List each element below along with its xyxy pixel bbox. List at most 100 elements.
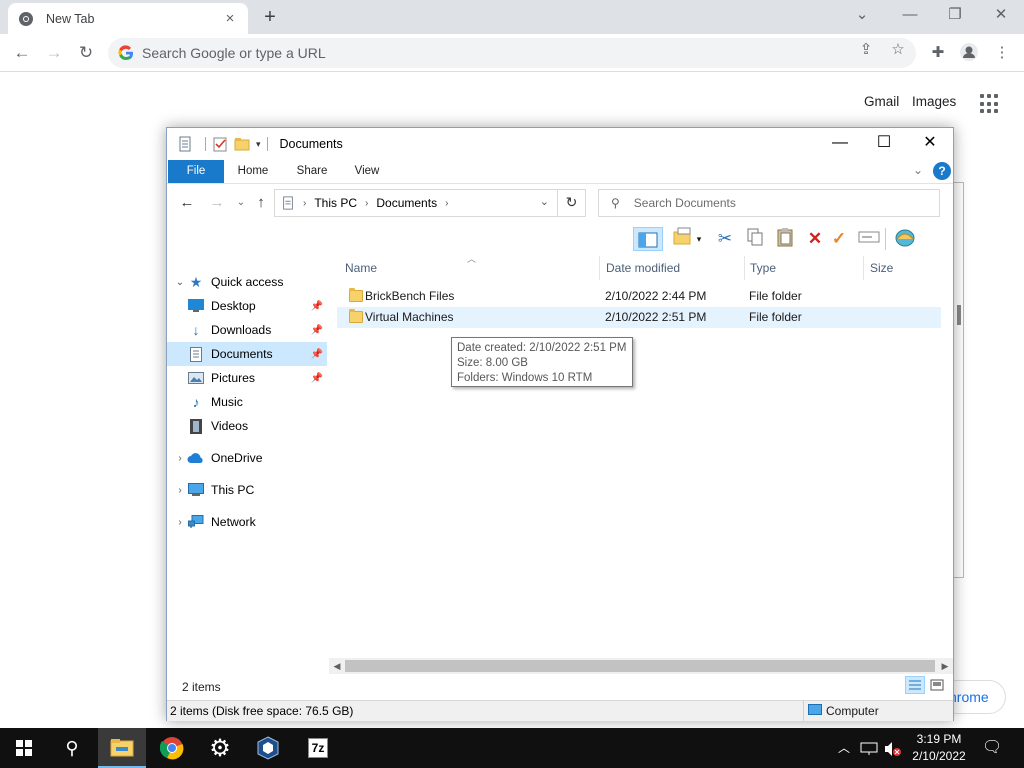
collapse-chevron-icon[interactable]: ⌄ <box>173 277 187 288</box>
nav-documents[interactable]: Documents 📌 <box>167 342 327 366</box>
forward-icon[interactable]: → <box>42 41 66 65</box>
system-clock[interactable]: 3:19 PM 2/10/2022 <box>900 731 978 765</box>
explorer-back-icon[interactable]: ← <box>177 194 197 212</box>
nav-music[interactable]: ♪ Music <box>167 390 327 414</box>
minimize-icon[interactable]: — <box>896 4 924 26</box>
scrollbar-thumb[interactable] <box>345 660 935 672</box>
file-explorer-taskbar-icon[interactable] <box>98 728 146 768</box>
tab-file[interactable]: File <box>168 160 224 183</box>
share-icon[interactable]: ⇪ <box>855 39 877 61</box>
new-tab-button[interactable]: + <box>258 6 282 28</box>
tab-share[interactable]: Share <box>289 160 335 183</box>
location-icon <box>283 196 293 210</box>
clock-date: 2/10/2022 <box>912 749 966 763</box>
scroll-right-icon[interactable]: ▶ <box>937 658 953 674</box>
chrome-menu-icon[interactable]: ⋮ <box>991 42 1013 64</box>
large-icons-view-icon[interactable] <box>927 676 947 694</box>
tab-view[interactable]: View <box>347 160 387 183</box>
explorer-forward-icon[interactable]: → <box>207 194 227 212</box>
network-tray-icon[interactable] <box>860 728 878 768</box>
nav-pictures[interactable]: Pictures 📌 <box>167 366 327 390</box>
tooltip-size: Size: 8.00 GB <box>457 357 528 369</box>
properties-icon[interactable] <box>177 136 193 152</box>
copy-icon[interactable] <box>743 227 767 251</box>
search-icon[interactable]: ⚲ <box>48 728 96 768</box>
images-link[interactable]: Images <box>912 94 956 109</box>
tab-close-icon[interactable]: × <box>222 10 238 27</box>
pin-icon[interactable]: 📌 <box>311 349 323 360</box>
customize-qat-icon[interactable]: ▾ <box>256 139 261 150</box>
explorer-maximize-icon[interactable]: ☐ <box>861 128 907 158</box>
paste-icon[interactable] <box>773 227 797 251</box>
expand-ribbon-icon[interactable]: ⌄ <box>913 163 923 177</box>
horizontal-scrollbar[interactable]: ◀ ▶ <box>329 658 953 674</box>
cut-icon[interactable]: ✂ <box>713 227 737 251</box>
address-dropdown-icon[interactable]: ⌄ <box>540 195 549 208</box>
folder-options-dropdown-icon[interactable]: ▾ <box>693 227 705 251</box>
tab-search-icon[interactable]: ⌄ <box>848 4 876 26</box>
file-row-brickbench[interactable]: BrickBench Files 2/10/2022 2:44 PM File … <box>337 286 941 307</box>
gmail-link[interactable]: Gmail <box>864 94 899 109</box>
details-view-icon[interactable] <box>905 676 925 694</box>
nav-network[interactable]: › Network <box>167 510 327 534</box>
column-header-type[interactable]: Type <box>734 256 854 280</box>
virtualbox-icon[interactable] <box>244 728 292 768</box>
nav-quick-access[interactable]: ⌄ ★ Quick access <box>167 270 327 294</box>
shell-icon[interactable] <box>893 227 917 251</box>
breadcrumb-documents[interactable]: Documents <box>376 196 437 210</box>
breadcrumb-this-pc[interactable]: This PC <box>314 196 357 210</box>
column-header-date-modified[interactable]: Date modified <box>590 256 734 280</box>
bookmark-star-icon[interactable]: ☆ <box>887 39 909 61</box>
pin-icon[interactable]: 📌 <box>311 373 323 384</box>
pin-icon[interactable]: 📌 <box>311 325 323 336</box>
delete-icon[interactable]: ✕ <box>803 227 827 251</box>
explorer-close-icon[interactable]: ✕ <box>907 128 953 158</box>
start-windows-icon[interactable] <box>0 728 48 768</box>
reload-icon[interactable]: ↻ <box>74 41 98 65</box>
close-window-icon[interactable]: ✕ <box>987 4 1015 26</box>
expand-chevron-icon[interactable]: › <box>173 485 187 496</box>
pin-icon[interactable]: 📌 <box>311 301 323 312</box>
nav-this-pc[interactable]: › This PC <box>167 478 327 502</box>
expand-chevron-icon[interactable]: › <box>173 517 187 528</box>
breadcrumb-chevron-icon[interactable]: › <box>445 198 448 209</box>
tab-new-tab[interactable]: New Tab × <box>8 3 248 34</box>
column-header-name[interactable]: Name <box>329 256 599 280</box>
file-row-virtual-machines[interactable]: Virtual Machines 2/10/2022 2:51 PM File … <box>337 307 941 328</box>
omnibox[interactable]: Search Google or type a URL <box>108 38 916 68</box>
profile-avatar[interactable] <box>958 42 980 64</box>
settings-gear-icon[interactable]: ⚙ <box>196 728 244 768</box>
notifications-icon[interactable]: 🗨 <box>982 728 1002 768</box>
check-icon[interactable]: ✓ <box>827 227 851 251</box>
recent-locations-icon[interactable]: ⌄ <box>231 194 251 212</box>
restore-icon[interactable]: ❐ <box>941 4 969 26</box>
nav-downloads[interactable]: ↓ Downloads 📌 <box>167 318 327 342</box>
back-icon[interactable]: ← <box>10 41 34 65</box>
nav-videos[interactable]: Videos <box>167 414 327 438</box>
up-icon[interactable]: ↑ <box>251 194 271 212</box>
download-icon: ↓ <box>192 322 200 338</box>
address-bar[interactable]: › This PC › Documents › ⌄ <box>274 189 586 217</box>
tray-overflow-icon[interactable]: ︿ <box>838 728 850 768</box>
nav-onedrive[interactable]: › OneDrive <box>167 446 327 470</box>
column-header-size[interactable]: Size <box>854 256 944 280</box>
breadcrumb-chevron-icon[interactable]: › <box>303 198 306 209</box>
chrome-taskbar-icon[interactable] <box>148 728 196 768</box>
scroll-left-icon[interactable]: ◀ <box>329 658 345 674</box>
checklist-icon[interactable] <box>212 136 228 152</box>
breadcrumb-chevron-icon[interactable]: › <box>365 198 368 209</box>
expand-chevron-icon[interactable]: › <box>173 453 187 464</box>
explorer-minimize-icon[interactable]: — <box>817 128 863 158</box>
7zip-icon[interactable]: 7z <box>294 728 342 768</box>
rename-icon[interactable] <box>857 227 881 251</box>
new-folder-icon[interactable] <box>234 136 250 152</box>
search-input[interactable]: ⚲ Search Documents <box>598 189 940 217</box>
tab-home[interactable]: Home <box>231 160 275 183</box>
folder-options-icon[interactable] <box>671 227 695 251</box>
extensions-icon[interactable]: ✚ <box>927 42 949 64</box>
refresh-icon[interactable]: ↻ <box>557 189 585 217</box>
google-apps-icon[interactable] <box>980 94 1000 114</box>
preview-pane-icon[interactable] <box>633 227 663 251</box>
help-icon[interactable]: ? <box>933 162 951 180</box>
nav-desktop[interactable]: Desktop 📌 <box>167 294 327 318</box>
